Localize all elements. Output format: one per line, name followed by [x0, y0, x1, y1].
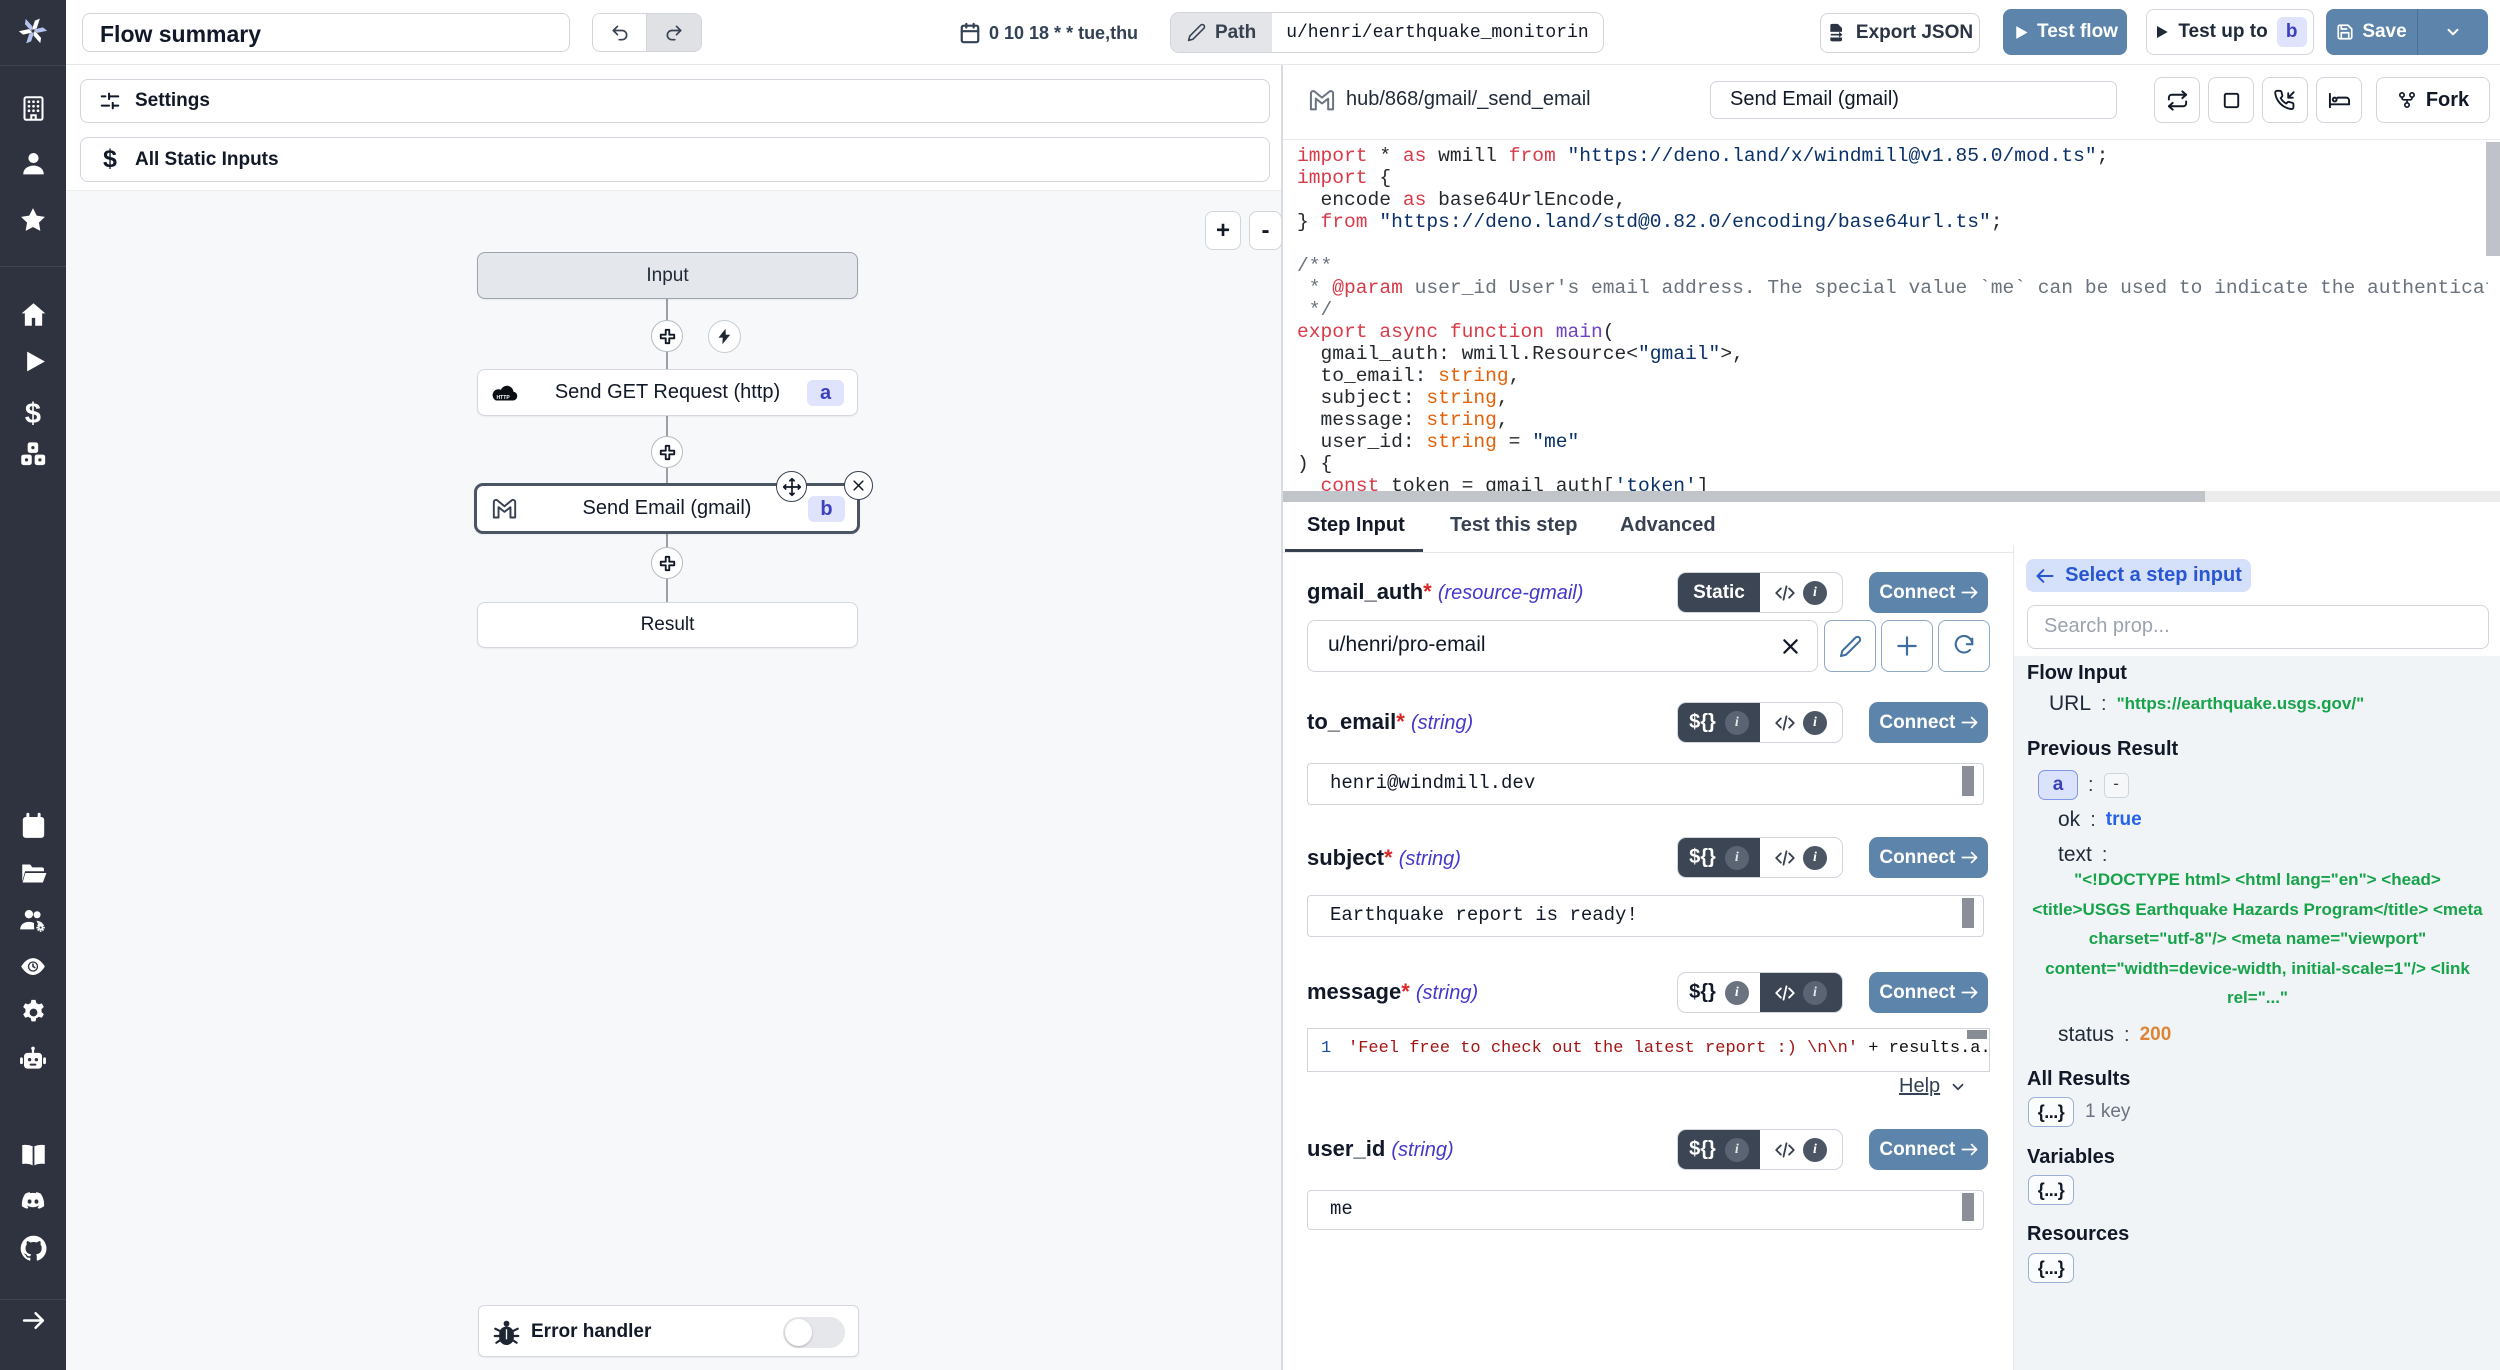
svg-text:HTTP: HTTP: [497, 395, 511, 401]
